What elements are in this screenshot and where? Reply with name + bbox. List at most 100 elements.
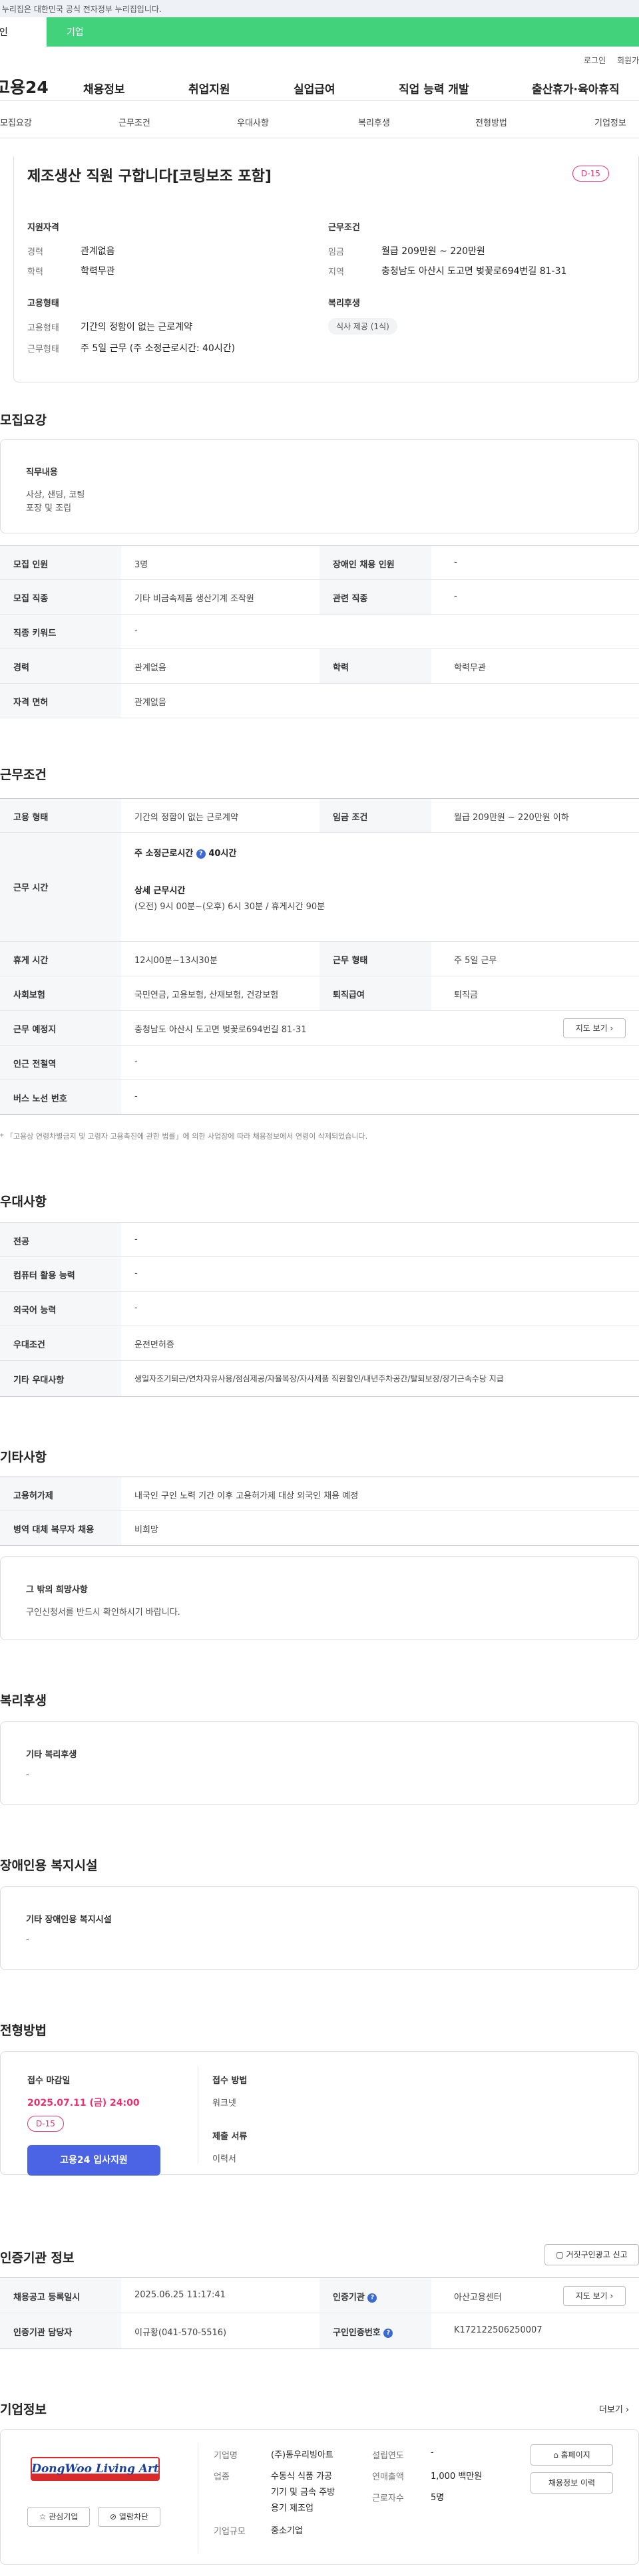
wage-value: 월급 209만원 ~ 220만원 이하 xyxy=(454,813,569,823)
gov-banner: 이 누리집은 대한민국 공식 전자정부 누리집입니다. xyxy=(0,0,639,17)
severance-label: 퇴직급여 xyxy=(333,990,365,1000)
section-nav: 모집요강 근무조건 우대사항 복리후생 전형방법 기업정보 xyxy=(0,101,639,138)
login-link[interactable]: 로그인 xyxy=(584,55,606,66)
agency-map-button[interactable]: 지도 보기 › xyxy=(563,2286,626,2306)
tab-company[interactable]: 기업 xyxy=(67,25,84,39)
process-heading: 전형방법 xyxy=(0,2023,47,2038)
subway-value: - xyxy=(134,1057,138,1067)
welfare-card: 기타 복리후생 - xyxy=(0,1721,639,1805)
subnav-pref[interactable]: 우대사항 xyxy=(237,116,269,128)
manager-label: 인증기관 담당자 xyxy=(13,2328,73,2338)
table-row: 우대조건 운전면허증 xyxy=(0,1326,639,1361)
report-icon: ▢ xyxy=(556,2250,564,2259)
job-type-value: 기타 비금속제품 생산기계 조작원 xyxy=(134,594,254,604)
keyword-label: 직종 키워드 xyxy=(13,629,57,639)
emp-type-row-label: 고용 형태 xyxy=(13,813,49,823)
block-button[interactable]: ⊘ 열람차단 xyxy=(98,2507,160,2527)
emp-form-value: 주 5일 근무 (주 소정근로시간: 40시간) xyxy=(81,343,236,354)
table-row: 외국어 능력 - xyxy=(0,1292,639,1326)
report-button-label: 거짓구인광고 신고 xyxy=(566,2250,628,2259)
count-label: 모집 인원 xyxy=(13,560,49,570)
nav-menu-jobs[interactable]: 채용정보 xyxy=(83,80,125,96)
industry-line-2: 기기 및 금속 주방 xyxy=(271,2488,335,2498)
count-value: 3명 xyxy=(134,560,148,570)
nav-menu-skills[interactable]: 직업 능력 개발 xyxy=(399,80,469,96)
top-tabs: 개인 기업 xyxy=(0,17,639,47)
wage-label: 임금 조건 xyxy=(333,813,368,823)
nav-menu-unemployment-benefit[interactable]: 실업급여 xyxy=(294,80,335,96)
work-form-label: 근무 형태 xyxy=(333,956,368,966)
deadline-label: 접수 마감일 xyxy=(27,2076,71,2086)
dday-badge: D-15 xyxy=(572,166,609,182)
info-icon[interactable]: ? xyxy=(196,849,206,859)
company-heading: 기업정보 xyxy=(0,2402,47,2417)
company-size-value: 중소기업 xyxy=(271,2526,303,2536)
cert-heading: 인증기관 정보 xyxy=(0,2251,75,2265)
emp-type-row-value: 기간의 정함이 없는 근로계약 xyxy=(134,813,238,823)
cert-no-label-text: 구인인증번호 xyxy=(333,2328,381,2338)
interest-button[interactable]: ☆ 관심기업 xyxy=(27,2507,90,2527)
history-button[interactable]: 채용정보 이력 xyxy=(531,2472,613,2494)
agency-label: 인증기관 ? xyxy=(333,2290,377,2303)
insurance-value: 국민연금, 고용보험, 산재보험, 건강보험 xyxy=(134,990,279,1000)
related-job-value: - xyxy=(454,591,457,601)
reg-value: 2025.06.25 11:17:41 xyxy=(134,2290,226,2300)
company-more-link[interactable]: 더보기 › xyxy=(599,2402,629,2415)
process-card: 접수 마감일 2025.07.11 (금) 24:00 D-15 고용24 입사… xyxy=(0,2051,639,2176)
docs-label: 제출 서류 xyxy=(212,2132,248,2142)
welfare-box-text: - xyxy=(26,1770,29,1780)
nav-menu-parental-leave[interactable]: 출산휴가·육아휴직 xyxy=(532,80,620,96)
place-label: 근무 예정지 xyxy=(13,1025,57,1035)
company-name-label: 기업명 xyxy=(214,2451,238,2461)
subnav-process[interactable]: 전형방법 xyxy=(475,116,507,128)
site-logo[interactable]: 고용24 xyxy=(0,74,49,98)
apply-button[interactable]: 고용24 입사지원 xyxy=(27,2145,160,2176)
industry-line-1: 수동식 식품 가공 xyxy=(271,2472,332,2482)
agency-map-button-label: 지도 보기 xyxy=(575,2291,608,2301)
disabled-fac-text: - xyxy=(26,1935,29,1945)
subnav-work[interactable]: 근무조건 xyxy=(118,116,150,128)
table-row: 휴게 시간 12시00분~13시30분 근무 형태 주 5일 근무 xyxy=(0,942,639,976)
cond-region-label: 지역 xyxy=(328,267,344,277)
etc-military-label: 병역 대체 복무자 채용 xyxy=(13,1525,95,1535)
subway-label: 인근 전철역 xyxy=(13,1060,57,1070)
join-link[interactable]: 회원가입 xyxy=(617,55,639,66)
keyword-value: - xyxy=(134,626,138,636)
place-map-button[interactable]: 지도 보기 › xyxy=(563,1018,626,1038)
report-button[interactable]: ▢ 거짓구인광고 신고 xyxy=(544,2244,639,2265)
home-icon: ⌂ xyxy=(553,2450,558,2460)
subnav-recruit[interactable]: 모집요강 xyxy=(0,116,32,128)
tab-individual[interactable]: 개인 xyxy=(0,17,47,47)
welfare-chip: 식사 제공 (1식) xyxy=(328,318,397,335)
duty-card: 직무내용 사상, 샌딩, 코팅 포장 및 조립 xyxy=(0,439,639,533)
subnav-company[interactable]: 기업정보 xyxy=(594,116,626,128)
pref-computer-value: - xyxy=(134,1268,138,1278)
company-more-label: 더보기 xyxy=(599,2405,623,2415)
other-wishes-title: 그 밖의 희망사항 xyxy=(26,1585,88,1595)
etc-heading: 기타사항 xyxy=(0,1450,47,1465)
info-icon[interactable]: ? xyxy=(367,2293,377,2303)
job-title: 제조생산 직원 구합니다[코팅보조 포함] xyxy=(27,168,272,185)
subnav-welfare[interactable]: 복리후생 xyxy=(358,116,390,128)
pref-major-label: 전공 xyxy=(13,1237,29,1247)
homepage-button[interactable]: ⌂ 홈페이지 xyxy=(531,2444,613,2466)
severance-value: 퇴직금 xyxy=(454,990,478,1000)
table-row: 직종 키워드 - xyxy=(0,615,639,649)
table-row: 인근 전철역 - xyxy=(0,1046,639,1080)
qual-edu-label: 학력 xyxy=(27,267,43,277)
pref-major-value: - xyxy=(134,1234,138,1244)
hours-weekly: 주 소정근로시간 ? 40시간 xyxy=(134,846,236,859)
other-wishes-text: 구인신청서를 반드시 확인하시기 바랍니다. xyxy=(26,1608,180,1618)
related-job-label: 관련 직종 xyxy=(333,594,368,604)
cert-no-value: K172122506250007 xyxy=(454,2325,542,2335)
manager-value: 이규황(041-570-5516) xyxy=(134,2328,227,2338)
nav-menu-employment-support[interactable]: 취업지원 xyxy=(188,80,230,96)
table-row: 컴퓨터 활용 능력 - xyxy=(0,1257,639,1292)
place-map-button-label: 지도 보기 xyxy=(575,1024,608,1033)
duty-title: 직무내용 xyxy=(26,468,58,478)
info-icon[interactable]: ? xyxy=(383,2328,393,2338)
hours-weekly-value: 40시간 xyxy=(208,849,237,859)
deadline-value: 2025.07.11 (금) 24:00 xyxy=(27,2098,140,2108)
sales-label: 연매출액 xyxy=(372,2472,404,2482)
table-row: 인증기관 담당자 이규황(041-570-5516) 구인인증번호 ? K172… xyxy=(0,2313,639,2349)
